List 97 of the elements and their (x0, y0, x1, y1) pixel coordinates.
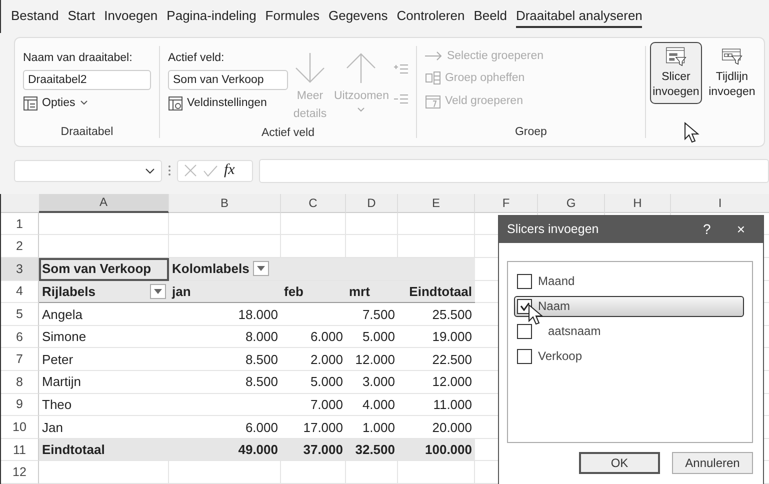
active-field-field[interactable]: Som van Verkoop (168, 70, 288, 90)
table-cell: 32.500 (346, 438, 398, 462)
table-cell: Theo (39, 394, 169, 416)
cancel-button[interactable]: Annuleren (672, 452, 753, 474)
caret-icon (257, 266, 266, 272)
filter-dropdown-button[interactable] (150, 284, 166, 299)
group-label: Draaitabel (60, 126, 114, 138)
ungroup-icon (424, 70, 441, 85)
ribbon-tab[interactable]: Bestand (11, 8, 59, 26)
column-header[interactable]: F (475, 194, 538, 213)
field-option[interactable]: Verkoop (514, 346, 744, 367)
column-header[interactable]: B (169, 194, 281, 213)
cell-text: Rijlabels (42, 284, 96, 299)
insert-timeline-button[interactable]: Tijdlijn invoegen (706, 42, 758, 104)
table-cell (346, 212, 398, 236)
table-cell: 11.000 (398, 394, 475, 416)
ribbon-tab[interactable]: Pagina-indeling (166, 8, 256, 26)
table-cell: jan (169, 280, 281, 304)
more-icon (168, 165, 171, 176)
expand-field-icon[interactable] (394, 64, 408, 74)
column-header[interactable]: C (281, 194, 346, 213)
column-header[interactable]: A (39, 194, 169, 213)
arrow-right-icon (424, 50, 443, 61)
cell-text: Kolomlabels (172, 261, 250, 276)
row-header[interactable]: 3 (1, 258, 39, 281)
checkbox[interactable] (517, 274, 532, 289)
caret-icon (154, 288, 162, 294)
table-cell: Eindtotaal (398, 280, 475, 304)
field-option[interactable]: Maand (514, 270, 744, 292)
close-button[interactable]: × (728, 221, 753, 238)
field-option[interactable]: Naam (514, 296, 744, 317)
row-header[interactable]: 8 (1, 371, 39, 394)
table-cell (281, 212, 346, 236)
insert-slicer-button[interactable]: Slicer invoegen (650, 42, 702, 104)
row-header[interactable]: 4 (1, 280, 39, 304)
table-cell: 7.000 (281, 394, 346, 416)
arrow-down-icon (293, 50, 327, 85)
row-header[interactable]: 11 (1, 438, 39, 462)
select-all-button[interactable] (1, 194, 39, 213)
check-icon[interactable] (203, 164, 218, 177)
row-header[interactable]: 12 (1, 461, 39, 484)
checkbox[interactable] (517, 348, 532, 364)
table-cell: mrt (346, 280, 398, 304)
pivot-name-label: Naam van draaitabel: (23, 52, 134, 64)
ribbon-tab[interactable]: Draaitabel analyseren (516, 8, 642, 28)
caret-icon (145, 168, 155, 174)
ribbon-tab[interactable]: Beeld (474, 8, 507, 26)
caret-icon (79, 100, 90, 106)
table-cell (281, 461, 346, 484)
field-settings-button[interactable]: Veldinstellingen (168, 96, 288, 111)
row-header[interactable]: 9 (1, 394, 39, 416)
column-header[interactable]: I (671, 194, 769, 213)
insert-function-button[interactable]: fx (224, 162, 235, 180)
row-header[interactable]: 10 (1, 416, 39, 439)
check-icon (520, 302, 530, 311)
table-cell: feb (281, 280, 346, 304)
name-box[interactable] (14, 160, 162, 182)
ribbon-tab[interactable]: Invoegen (104, 8, 158, 26)
cancel-icon[interactable] (184, 164, 197, 178)
caret-icon (357, 107, 366, 112)
table-cell: 37.000 (281, 438, 346, 462)
table-cell: 4.000 (346, 394, 398, 416)
ok-button[interactable]: OK (579, 452, 660, 474)
formula-field[interactable] (259, 158, 769, 183)
collapse-field-icon[interactable] (394, 94, 408, 104)
group-label: Groep (514, 126, 548, 138)
field-settings-icon (168, 96, 183, 111)
table-cell: 100.000 (398, 438, 475, 462)
ribbon-tab[interactable]: Controleren (396, 8, 465, 26)
checkbox[interactable] (517, 324, 532, 339)
row-header[interactable]: 2 (1, 235, 39, 258)
table-cell (346, 461, 398, 484)
pivot-name-field[interactable]: Draaitabel2 (23, 70, 151, 90)
row-header[interactable]: 6 (1, 326, 39, 348)
column-header[interactable]: H (605, 194, 671, 213)
column-header[interactable]: G (538, 194, 605, 213)
row-header[interactable]: 5 (1, 303, 39, 326)
active-field-label: Actief veld: (168, 52, 226, 64)
ribbon-tab[interactable]: Formules (265, 8, 320, 26)
group-label: Actief veld (260, 126, 316, 139)
table-cell: Som van Verkoop (39, 258, 169, 281)
table-cell: Eindtotaal (39, 438, 169, 462)
ribbon-tab[interactable]: Start (68, 8, 96, 26)
row-header[interactable]: 1 (1, 212, 39, 236)
options-button[interactable]: Opties (23, 96, 151, 111)
row-header[interactable]: 7 (1, 348, 39, 372)
field-option[interactable]: aatsnaam (514, 320, 744, 342)
table-cell: 49.000 (169, 438, 281, 462)
filter-dropdown-button[interactable] (253, 261, 270, 276)
calendar-icon (424, 94, 441, 109)
dialog-title: Slicers invoegen (507, 222, 600, 236)
options-icon (23, 96, 38, 111)
help-button[interactable]: ? (695, 221, 719, 238)
column-header[interactable]: E (398, 194, 475, 213)
ribbon-tab[interactable]: Gegevens (328, 8, 388, 26)
column-header[interactable]: D (346, 194, 398, 213)
mouse-pointer-icon (684, 122, 700, 143)
